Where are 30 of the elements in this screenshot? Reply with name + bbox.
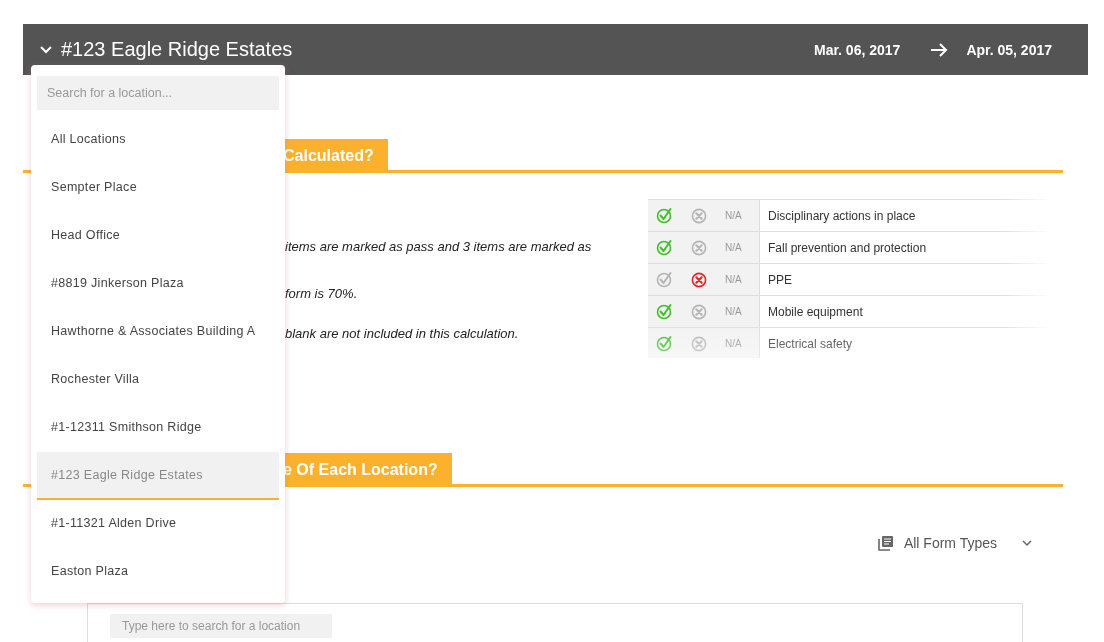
explanation-text: form is 70%. [285,286,359,302]
checklist-item: Electrical safety [768,336,853,351]
checklist-item: Disciplinary actions in place [768,208,916,223]
checklist-item: Mobile equipment [768,304,863,319]
na-label: N/A [725,242,742,253]
location-option[interactable]: #8819 Jinkerson Plaza [37,260,279,308]
arrow-right-icon [930,41,949,58]
explanation-text: blank are not included in this calculation. [285,326,520,342]
chevron-down-icon[interactable] [1021,539,1033,547]
location-option[interactable]: Head Office [37,212,279,260]
checklist-item: Fall prevention and protection [768,240,927,255]
explanation-text: items are marked as pass and 3 items are marked as [285,239,593,255]
na-label: N/A [725,210,742,221]
documents-icon [877,535,894,551]
location-option[interactable]: #1-12311 Smithson Ridge [37,404,279,452]
checklist-item: PPE [768,272,792,287]
na-label: N/A [725,306,742,317]
start-date[interactable]: Mar. 06, 2017 [813,41,901,58]
location-title: #123 Eagle Ridge Estates [61,38,294,61]
chevron-down-icon[interactable] [39,44,53,55]
location-option[interactable]: Rochester Villa [37,356,279,404]
form-type-filter[interactable]: All Form Types [877,535,997,551]
location-search-field[interactable]: Search for a location... [37,76,279,110]
na-label: N/A [725,274,742,285]
end-date[interactable]: Apr. 05, 2017 [966,41,1052,58]
na-label: N/A [725,338,742,349]
location-option[interactable]: #1-11321 Alden Drive [37,500,279,548]
location-option[interactable]: Hawthorne & Associates Building A [37,308,279,356]
location-option[interactable]: Easton Plaza [37,548,279,596]
location-search-field[interactable]: Type here to search for a location [110,614,332,638]
